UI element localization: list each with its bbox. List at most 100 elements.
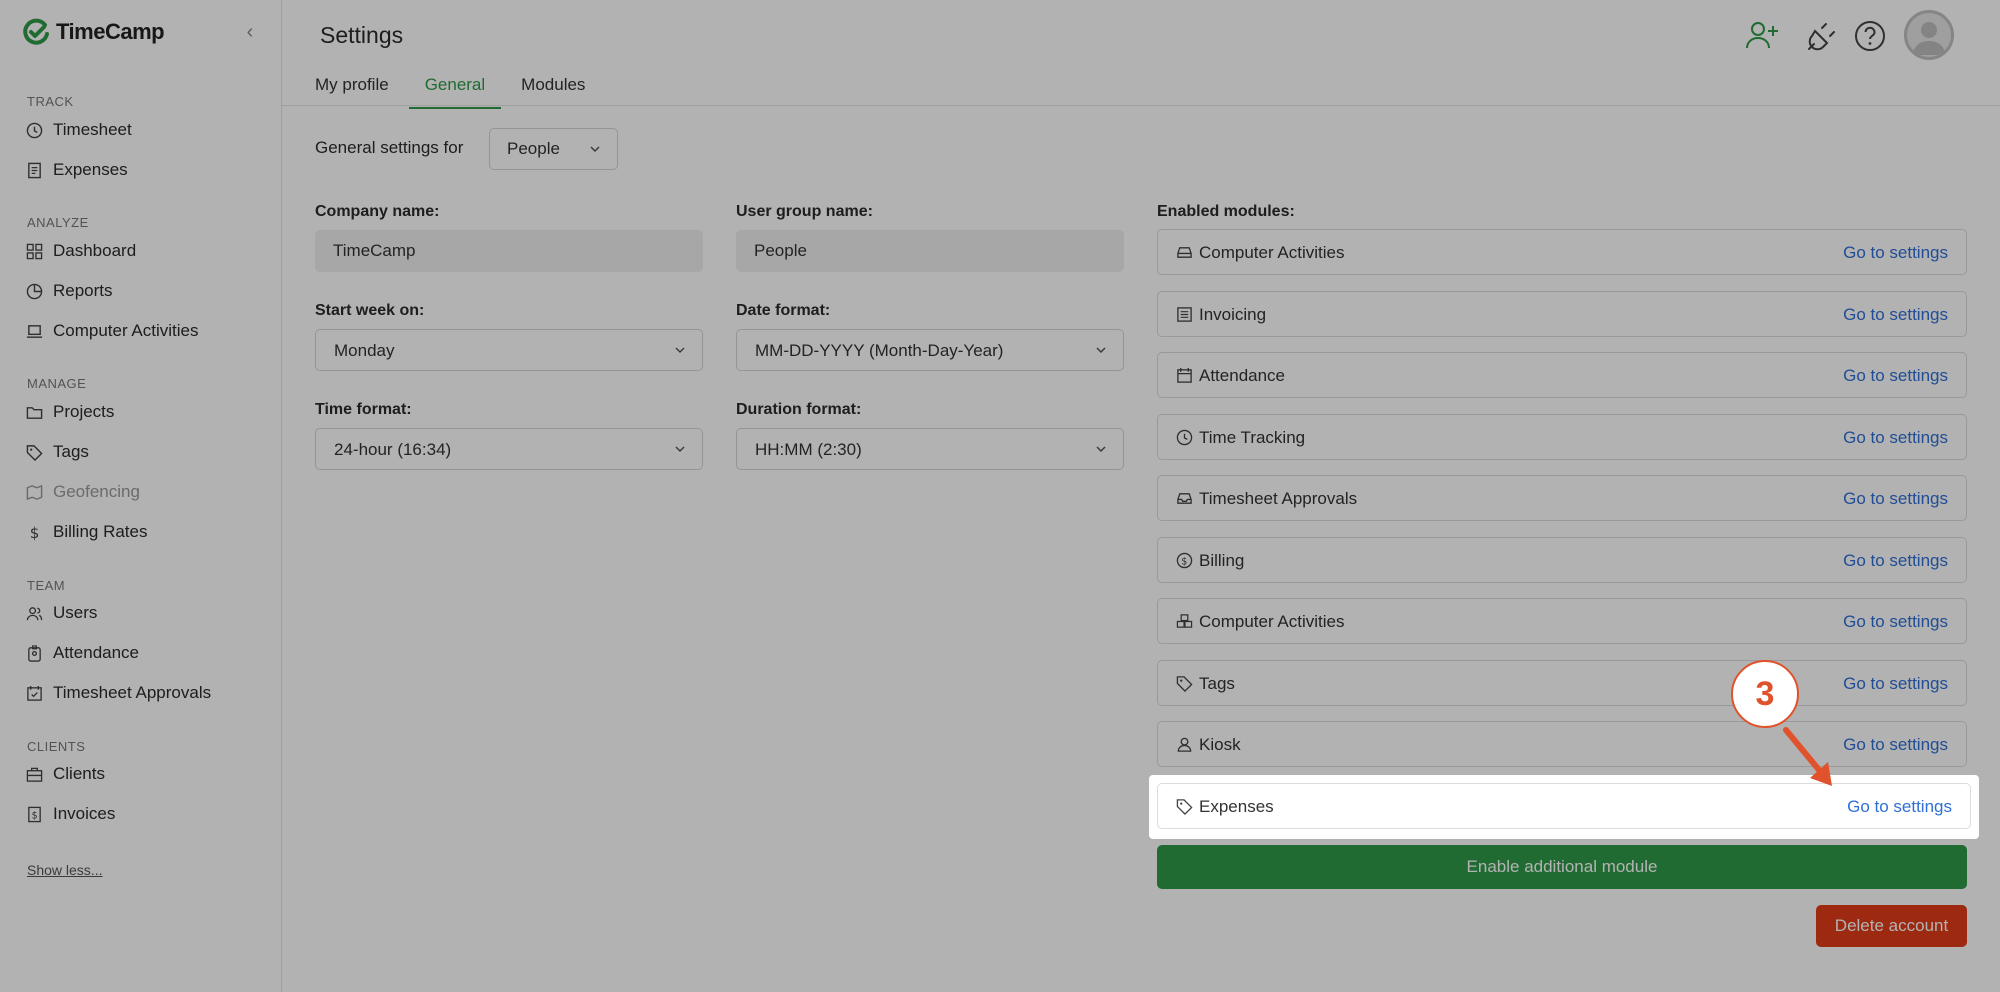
coin-icon: $ (1176, 552, 1193, 569)
section-track: TRACK (27, 94, 74, 109)
sidebar-item-computer-activities[interactable]: Computer Activities (26, 318, 199, 344)
plug-icon[interactable] (1804, 18, 1840, 54)
go-to-settings-link[interactable]: Go to settings (1843, 489, 1948, 509)
sidebar-item-dashboard[interactable]: Dashboard (26, 238, 136, 264)
pie-chart-icon (26, 283, 43, 299)
date-format-select[interactable]: MM-DD-YYYY (Month-Day-Year) (736, 329, 1124, 371)
start-week-label: Start week on: (315, 302, 425, 319)
person-icon (1177, 737, 1192, 752)
go-to-settings-link[interactable]: Go to settings (1843, 674, 1948, 694)
sidebar-item-expenses[interactable]: Expenses (26, 157, 128, 183)
page-title: Settings (320, 22, 404, 48)
module-row-time-tracking: Time Tracking Go to settings (1157, 414, 1967, 460)
section-manage: MANAGE (27, 376, 87, 391)
tabs-divider (282, 105, 2000, 106)
delete-account-button[interactable]: Delete account (1816, 905, 1967, 947)
sidebar: TimeCamp ‹ TRACK Timesheet Expenses ANAL… (0, 0, 282, 992)
section-team: TEAM (27, 578, 66, 593)
go-to-settings-link[interactable]: Go to settings (1843, 305, 1948, 325)
tab-my-profile[interactable]: My profile (315, 72, 389, 109)
user-avatar-icon (1913, 22, 1945, 55)
time-format-select[interactable]: 24-hour (16:34) (315, 428, 703, 470)
calendar-check-icon (27, 685, 42, 701)
svg-text:$: $ (1181, 556, 1187, 567)
enabled-modules-label: Enabled modules: (1157, 203, 1295, 220)
start-week-select[interactable]: Monday (315, 329, 703, 371)
tab-general[interactable]: General (408, 72, 502, 109)
show-less-link[interactable]: Show less... (27, 862, 102, 878)
chevron-down-icon (675, 347, 685, 354)
module-row-computer-activities-2: Computer Activities Go to settings (1157, 598, 1967, 644)
module-row-computer-activities: Computer Activities Go to settings (1157, 229, 1967, 275)
svg-text:$: $ (32, 810, 38, 821)
users-icon (26, 606, 43, 620)
timecamp-logo-icon (23, 18, 49, 45)
sidebar-item-users[interactable]: Users (26, 600, 97, 626)
tag-icon (1176, 799, 1193, 815)
help-icon[interactable] (1852, 18, 1888, 54)
module-row-invoicing: Invoicing Go to settings (1157, 291, 1967, 337)
sidebar-item-timesheet-approvals[interactable]: Timesheet Approvals (26, 680, 211, 706)
go-to-settings-link[interactable]: Go to settings (1843, 366, 1948, 386)
module-row-expenses: Expenses Go to settings (1157, 783, 1971, 829)
logo[interactable]: TimeCamp (22, 18, 165, 46)
sidebar-item-invoices[interactable]: $ Invoices (26, 801, 115, 827)
chevron-down-icon (675, 446, 685, 453)
list-icon (1177, 307, 1192, 322)
go-to-settings-link[interactable]: Go to settings (1843, 612, 1948, 632)
chevron-down-icon (590, 146, 600, 153)
module-row-tags: Tags Go to settings (1157, 660, 1967, 706)
go-to-settings-link[interactable]: Go to settings (1843, 551, 1948, 571)
tag-icon (26, 444, 43, 461)
settings-tabs: My profile General Modules (315, 72, 621, 109)
module-row-kiosk: Kiosk Go to settings (1157, 721, 1967, 767)
go-to-settings-link[interactable]: Go to settings (1843, 243, 1948, 263)
tab-modules[interactable]: Modules (521, 72, 585, 109)
duration-format-select[interactable]: HH:MM (2:30) (736, 428, 1124, 470)
expenses-go-to-settings-link[interactable]: Go to settings (1847, 797, 1952, 817)
logo-text: TimeCamp (56, 19, 165, 44)
monitor-icon (1177, 247, 1192, 258)
sidebar-item-timesheet[interactable]: Timesheet (26, 117, 132, 143)
calendar-icon (1177, 367, 1192, 383)
duration-format-label: Duration format: (736, 401, 862, 418)
module-row-attendance: Attendance Go to settings (1157, 352, 1967, 398)
sidebar-item-clients[interactable]: Clients (26, 761, 105, 787)
sidebar-item-projects[interactable]: Projects (26, 399, 114, 425)
date-format-label: Date format: (736, 302, 831, 319)
company-name-label: Company name: (315, 203, 440, 220)
collapse-sidebar-icon[interactable]: ‹ (240, 22, 260, 42)
sidebar-item-tags[interactable]: Tags (26, 439, 89, 465)
svg-text:$: $ (30, 524, 40, 541)
module-row-billing: $ Billing Go to settings (1157, 537, 1967, 583)
section-clients: CLIENTS (27, 739, 86, 754)
receipt-icon (28, 162, 41, 178)
avatar[interactable] (1904, 10, 1954, 60)
sidebar-item-geofencing[interactable]: Geofencing (26, 479, 140, 505)
dollar-icon: $ (30, 524, 40, 541)
sidebar-item-reports[interactable]: Reports (26, 278, 113, 304)
clock-icon (1176, 429, 1193, 446)
pointer-arrow-icon (1783, 727, 1832, 786)
add-user-icon[interactable] (1744, 18, 1780, 54)
tag-icon (1176, 676, 1193, 692)
enable-additional-module-button[interactable]: Enable additional module (1157, 845, 1967, 889)
sidebar-item-billing-rates[interactable]: $ Billing Rates (26, 519, 148, 545)
clock-icon (26, 122, 43, 138)
briefcase-icon (26, 767, 43, 782)
time-format-label: Time format: (315, 401, 412, 418)
go-to-settings-link[interactable]: Go to settings (1843, 735, 1948, 755)
company-name-field[interactable]: TimeCamp (315, 230, 703, 272)
map-icon (26, 484, 43, 500)
inbox-icon (1177, 493, 1192, 504)
badge-icon (28, 644, 41, 662)
settings-for-select[interactable]: People (489, 128, 618, 170)
folder-icon (26, 406, 43, 419)
chevron-down-icon (1096, 347, 1106, 354)
boxes-icon (1176, 614, 1193, 628)
highlight-spotlight: Expenses Go to settings (1149, 775, 1979, 839)
user-group-name-field[interactable]: People (736, 230, 1124, 272)
sidebar-item-attendance[interactable]: Attendance (26, 640, 139, 666)
module-row-timesheet-approvals: Timesheet Approvals Go to settings (1157, 475, 1967, 521)
go-to-settings-link[interactable]: Go to settings (1843, 428, 1948, 448)
